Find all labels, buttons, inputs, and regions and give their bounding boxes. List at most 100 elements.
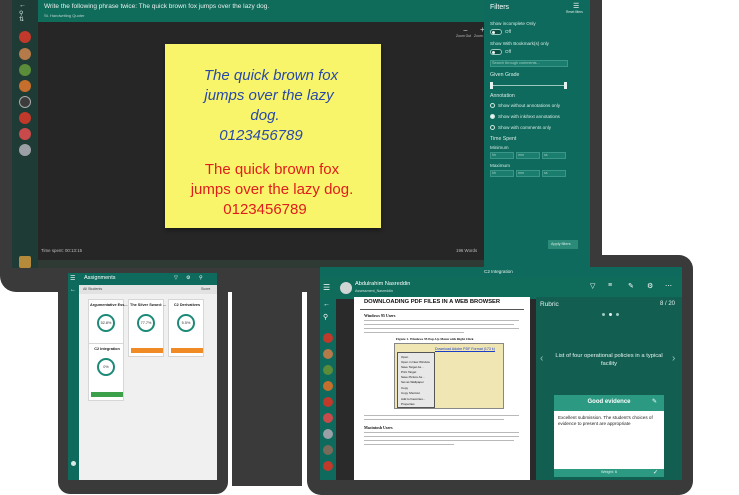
page-dot[interactable] — [609, 313, 612, 316]
settings-icon[interactable]: ⚙ — [186, 275, 190, 281]
avatar[interactable] — [19, 112, 31, 124]
annotation-option[interactable]: Show without annotations only — [498, 103, 560, 108]
avatar[interactable] — [19, 144, 31, 156]
incomplete-toggle[interactable] — [490, 29, 502, 35]
ink-icon[interactable]: ≡ — [608, 282, 612, 289]
text-line — [364, 415, 519, 417]
avatar[interactable] — [323, 349, 333, 359]
phone-screen: ☰ Assignments ▽ ⚙ ⚲ ← All Students Score… — [68, 273, 217, 480]
weight-label: Weight: 6 — [601, 470, 617, 474]
filter-label[interactable]: All Students — [83, 287, 102, 291]
annotation-option[interactable]: Show with ink/text annotations — [498, 114, 560, 119]
menu-item[interactable]: Print Target — [401, 370, 416, 374]
bookmarks-toggle[interactable] — [490, 49, 502, 55]
settings-icon[interactable]: ⚙ — [647, 282, 653, 290]
page-dot[interactable] — [602, 313, 605, 316]
pen-icon[interactable]: ✎ — [628, 282, 634, 290]
due-badge — [171, 348, 203, 353]
filter-icon[interactable]: ▽ — [174, 275, 178, 281]
zoom-out-label[interactable]: Zoom Out — [456, 34, 471, 38]
avatar[interactable] — [323, 381, 333, 391]
back-icon[interactable]: ← — [323, 301, 330, 308]
menu-item[interactable]: Copy Shortcut — [401, 391, 420, 395]
more-icon[interactable]: ⋯ — [665, 282, 672, 290]
menu-item[interactable]: Open in New Window — [401, 360, 430, 364]
avatar[interactable] — [19, 256, 31, 268]
assignment-card[interactable]: C2 Integration 0% — [88, 343, 124, 401]
menu-icon[interactable]: ☰ — [323, 283, 330, 292]
annotation-option[interactable]: Show with comments only — [498, 125, 551, 130]
print-line: The quick brown fox — [205, 161, 340, 178]
menu-item[interactable]: Copy — [401, 386, 408, 390]
assignment-card[interactable]: C2 Derivatives 5.5% — [168, 299, 204, 357]
avatar[interactable] — [19, 48, 31, 60]
doc-link[interactable]: Download Adobe PDF Format (173 k) — [435, 347, 495, 351]
avatar[interactable] — [19, 96, 31, 108]
grade-slider-min-handle[interactable] — [490, 82, 493, 89]
card-score: 52.8% — [100, 321, 112, 325]
avatar[interactable] — [323, 429, 333, 439]
progress-ring: 77.7% — [137, 314, 155, 332]
avatar[interactable] — [19, 31, 31, 43]
bookmarks-state: Off — [505, 49, 512, 54]
annotation-radio[interactable] — [490, 125, 495, 130]
menu-item[interactable]: Open — [401, 355, 408, 359]
grade-slider-max-handle[interactable] — [564, 82, 567, 89]
text-line — [364, 324, 514, 326]
monitor-screen: Write the following phrase twice: The qu… — [12, 0, 590, 268]
menu-item[interactable]: Save Picture As... — [401, 375, 425, 379]
sort-label[interactable]: Score — [201, 287, 210, 291]
annotation-radio[interactable] — [490, 103, 495, 108]
avatar[interactable] — [323, 333, 333, 343]
card-title: The Silver Sword: ... — [130, 303, 167, 307]
avatar[interactable] — [323, 397, 333, 407]
assignment-card[interactable]: The Silver Sword: ... 77.7% — [128, 299, 167, 357]
prompt-title: Write the following phrase twice: The qu… — [44, 3, 270, 10]
monitor-stand — [232, 286, 302, 486]
search-icon[interactable]: ⚲ — [323, 313, 328, 321]
settings-icon[interactable] — [71, 461, 76, 466]
menu-item[interactable]: Set as Wallpaper — [401, 380, 424, 384]
annotation-radio[interactable] — [490, 114, 495, 119]
avatar[interactable] — [19, 80, 31, 92]
tablet-header: ☰ Abdulrahim Nasreddin Assessment_Nasred… — [320, 277, 682, 299]
ink-line: dog. — [250, 107, 279, 124]
text-line — [364, 436, 519, 438]
menu-icon[interactable]: ☰ — [70, 275, 75, 282]
check-icon[interactable]: ✓ — [653, 469, 658, 476]
avatar[interactable] — [19, 128, 31, 140]
chevron-left-icon[interactable]: ‹ — [540, 353, 543, 364]
menu-item[interactable]: Properties — [401, 402, 415, 406]
filter-icon[interactable]: ▽ — [590, 282, 595, 290]
student-rail: ← ⚲ ⇅ — [12, 0, 38, 268]
sort-icon[interactable]: ⇅ — [19, 16, 31, 28]
chevron-right-icon[interactable]: › — [672, 353, 675, 364]
edit-icon[interactable]: ✎ — [652, 398, 657, 405]
avatar[interactable] — [323, 461, 333, 471]
level-description: Excellent submission. The student's choi… — [558, 415, 653, 426]
search-icon[interactable]: ⚲ — [199, 275, 203, 281]
tablet-rail: ← ⚲ — [320, 299, 336, 480]
menu-item[interactable]: Add to Favorites... — [401, 397, 425, 401]
level-card[interactable]: Excellent submission. The student's choi… — [554, 411, 664, 469]
figure-screenshot: Download Adobe PDF Format (173 k) Open O… — [394, 343, 504, 409]
rubric-footer: Weight: 6 ✓ — [554, 469, 664, 477]
level-name: Good evidence — [587, 399, 631, 405]
avatar[interactable] — [323, 445, 333, 455]
rubric-label: Rubric — [540, 301, 559, 308]
card-title: C2 Integration — [94, 347, 120, 351]
menu-item[interactable]: Save Target As... — [401, 365, 424, 369]
grade-slider-track[interactable] — [492, 85, 566, 86]
avatar[interactable] — [323, 413, 333, 423]
ss-placeholder: ss — [544, 153, 548, 157]
student-name: St. Handwriting Quoter — [44, 13, 85, 18]
text-line — [364, 440, 514, 442]
avatar[interactable] — [323, 365, 333, 375]
back-icon[interactable]: ← — [70, 287, 76, 293]
avatar[interactable] — [19, 64, 31, 76]
page-dot[interactable] — [616, 313, 619, 316]
filter-icon[interactable]: ☰ — [573, 2, 579, 10]
apply-filters-label[interactable]: Apply filters — [551, 242, 571, 246]
handwriting: The quick brown fox jumps over the lazy … — [190, 67, 354, 218]
reset-filters-link[interactable]: Reset filters — [566, 10, 583, 14]
